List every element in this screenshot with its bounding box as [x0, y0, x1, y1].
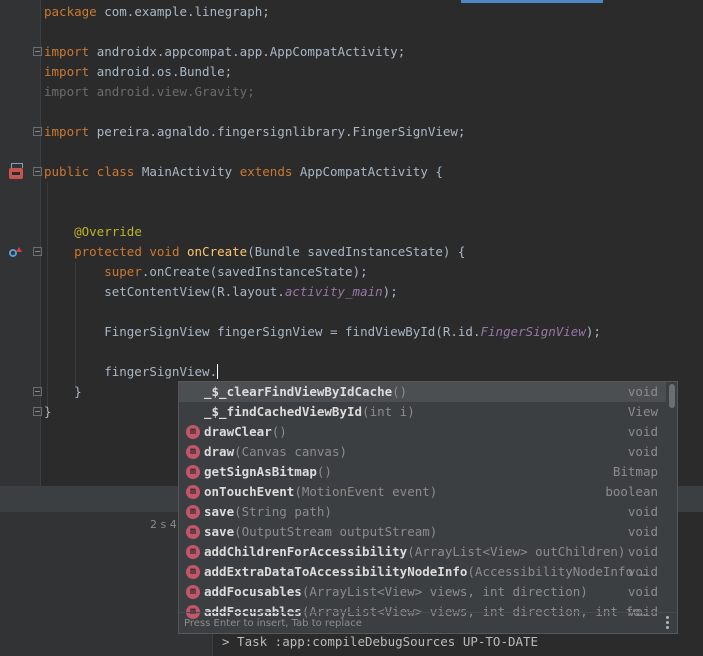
- completion-scrollbar[interactable]: [666, 382, 677, 612]
- completion-item[interactable]: m getSignAsBitmap() Bitmap: [179, 462, 668, 482]
- build-task-line: > Task :app:compileDebugSources UP-TO-DA…: [222, 634, 539, 649]
- code-line[interactable]: package com.example.linegraph;: [44, 2, 270, 22]
- text-caret: [217, 364, 219, 379]
- completion-hint: Press Enter to insert, Tab to replace: [184, 618, 362, 629]
- completion-item[interactable]: m addChildrenForAccessibility(ArrayList<…: [179, 542, 668, 562]
- code-line[interactable]: @Override: [44, 222, 142, 242]
- build-timing: 2 s 4: [150, 518, 177, 531]
- method-icon: m: [186, 545, 200, 559]
- method-icon: m: [186, 565, 200, 579]
- completion-item[interactable]: m addExtraDataToAccessibilityNodeInfo(Ac…: [179, 562, 668, 582]
- method-icon: m: [186, 425, 200, 439]
- completion-item[interactable]: m onTouchEvent(MotionEvent event) boolea…: [179, 482, 668, 502]
- code-line[interactable]: protected void onCreate(Bundle savedInst…: [44, 242, 465, 262]
- completion-item[interactable]: _$_findCachedViewById(int i) View: [179, 402, 668, 422]
- completion-item[interactable]: m drawClear() void: [179, 422, 668, 442]
- fold-end-marker-icon[interactable]: [33, 387, 42, 396]
- code-line[interactable]: import pereira.agnaldo.fingersignlibrary…: [44, 122, 465, 142]
- completion-footer: Press Enter to insert, Tab to replace: [179, 612, 677, 633]
- code-line[interactable]: setContentView(R.layout.activity_main);: [44, 282, 398, 302]
- completion-item[interactable]: m save(String path) void: [179, 502, 668, 522]
- method-icon: m: [186, 505, 200, 519]
- method-icon: m: [186, 485, 200, 499]
- code-line[interactable]: }: [44, 402, 52, 422]
- code-completion-popup[interactable]: _$_clearFindViewByIdCache() void _$_find…: [178, 381, 678, 634]
- fold-marker-icon[interactable]: [33, 167, 42, 176]
- code-line[interactable]: super.onCreate(savedInstanceState);: [44, 262, 367, 282]
- method-icon: m: [186, 525, 200, 539]
- code-line[interactable]: FingerSignView fingerSignView = findView…: [44, 322, 601, 342]
- fold-marker-icon[interactable]: [33, 247, 42, 256]
- code-line[interactable]: import androidx.appcompat.app.AppCompatA…: [44, 42, 405, 62]
- code-line[interactable]: }: [44, 382, 82, 402]
- active-tab-indicator: [461, 0, 603, 3]
- completion-item[interactable]: m draw(Canvas canvas) void: [179, 442, 668, 462]
- method-icon: m: [186, 585, 200, 599]
- override-method-icon[interactable]: [9, 247, 22, 259]
- method-icon: m: [186, 445, 200, 459]
- code-line-unused-import[interactable]: import android.view.Gravity;: [44, 82, 255, 102]
- completion-item[interactable]: m addFocusables(ArrayList<View> views, i…: [179, 582, 668, 602]
- fold-marker-icon[interactable]: [33, 127, 42, 136]
- completion-item[interactable]: m save(OutputStream outputStream) void: [179, 522, 668, 542]
- more-options-icon[interactable]: [666, 616, 669, 630]
- implemented-class-icon[interactable]: [9, 163, 23, 179]
- fold-end-marker-icon[interactable]: [33, 407, 42, 416]
- code-line[interactable]: public class MainActivity extends AppCom…: [44, 162, 443, 182]
- method-icon: m: [186, 465, 200, 479]
- code-line-current[interactable]: fingerSignView.: [44, 362, 219, 382]
- completion-scrollbar-thumb[interactable]: [669, 384, 675, 408]
- completion-item[interactable]: _$_clearFindViewByIdCache() void: [179, 382, 668, 402]
- code-line[interactable]: import android.os.Bundle;: [44, 62, 232, 82]
- fold-marker-icon[interactable]: [33, 47, 42, 56]
